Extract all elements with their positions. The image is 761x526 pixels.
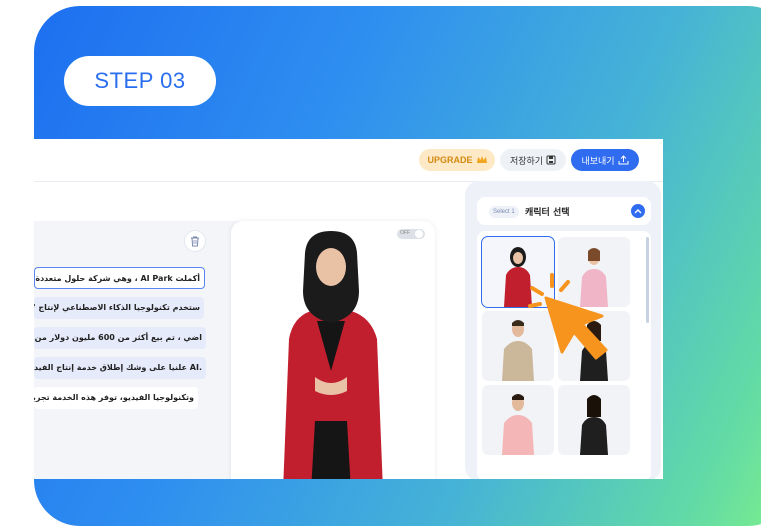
trash-icon [191,236,199,246]
save-icon [546,155,556,165]
avatar-preview: OFF [231,221,435,479]
click-cursor-icon [528,273,608,360]
upgrade-button[interactable]: UPGRADE [419,149,495,171]
script-line[interactable]: اضي ، تم بيع أكثر من 600 مليون دولار من … [34,327,206,349]
crown-icon [476,156,487,163]
script-line[interactable]: .AI علنيا على وشك إطلاق خدمة إنتاج الفيد… [34,357,206,379]
avatar-thumbnail [580,395,608,455]
export-label: 내보내기 [581,156,615,167]
character-select-title: 캐릭터 선택 [525,208,570,218]
export-button[interactable]: 내보내기 [571,149,639,171]
avatar-figure [283,231,383,479]
save-label: 저장하기 [509,156,544,167]
character-tile[interactable] [558,385,630,455]
script-line[interactable]: ستخدم تكنولوجيا الذكاء الاصطناعي لإنتاج … [34,297,204,319]
upgrade-label: UPGRADE [427,155,473,165]
script-line[interactable]: أكملت AI Park ، وهي شركة حلول متعددة الل… [34,267,205,289]
character-select-header[interactable]: Select 1 캐릭터 선택 [477,197,651,225]
chevron-up-icon[interactable] [631,204,645,218]
select-count-tag: Select 1 [489,206,519,218]
character-scrollbar[interactable] [646,237,649,323]
delete-button[interactable] [184,230,206,252]
script-line[interactable]: وتكنولوجيا الفيديو، توفر هذه الخدمة تجرب… [34,387,198,409]
step-label: STEP 03 [94,68,186,93]
character-tile[interactable] [482,385,554,455]
step-badge: STEP 03 [64,56,216,106]
save-button[interactable]: 저장하기 [500,149,566,171]
script-panel [34,221,254,479]
top-toolbar: UPGRADE 저장하기 내보내기 [34,139,663,182]
upload-icon [618,155,629,165]
avatar-thumbnail [502,394,534,455]
